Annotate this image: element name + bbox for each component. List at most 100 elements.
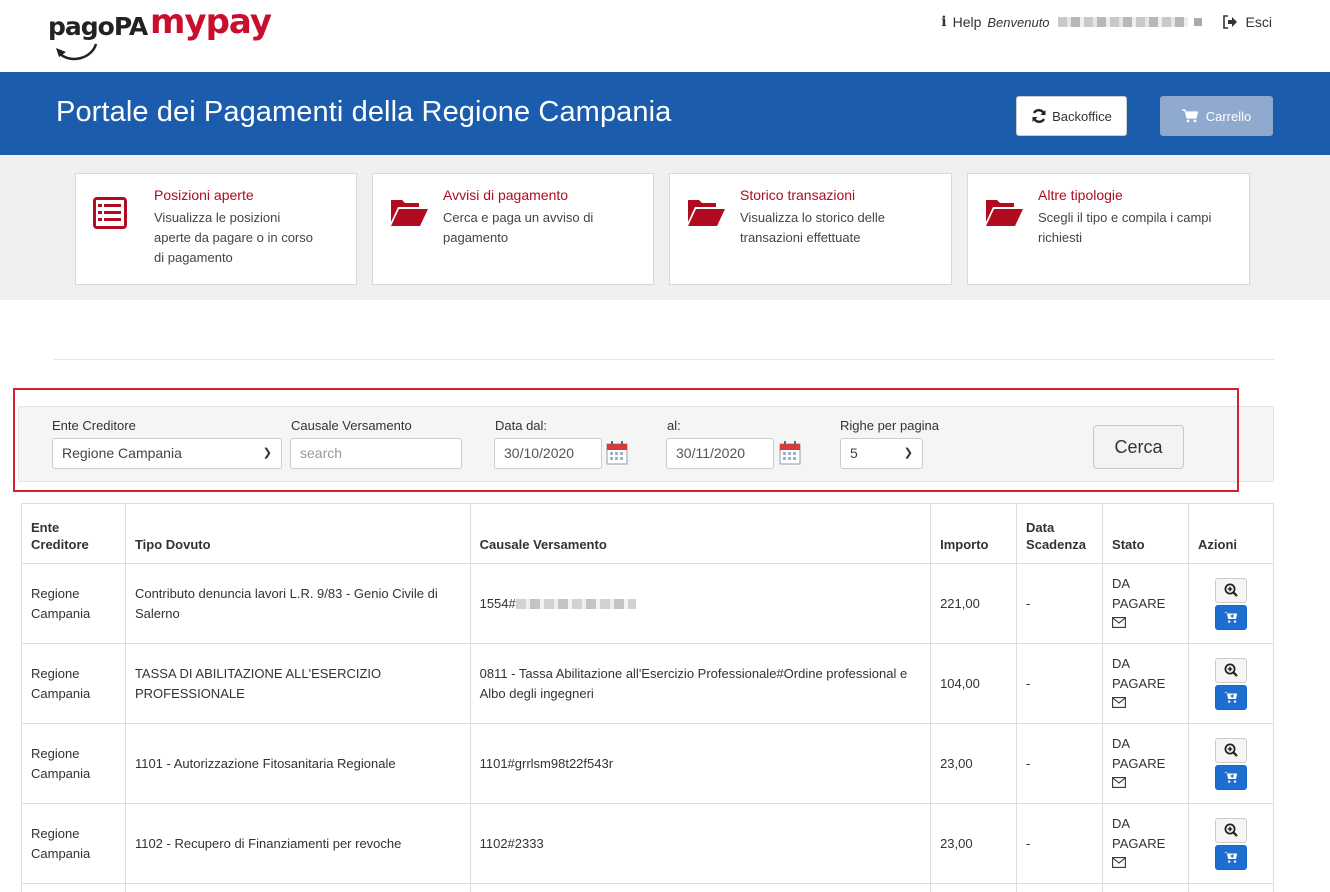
col-header-ente[interactable]: Ente Creditore xyxy=(21,503,126,564)
chevron-down-icon: ❯ xyxy=(903,447,913,459)
zoom-in-button[interactable] xyxy=(1215,737,1247,763)
table-header-row: Ente Creditore Tipo Dovuto Causale Versam… xyxy=(21,503,1274,564)
tile-description: Scegli il tipo e compila i campi richies… xyxy=(1038,210,1212,245)
refresh-icon xyxy=(1032,109,1046,123)
data-al-label: al: xyxy=(667,418,681,433)
col-header-scadenza[interactable]: Data Scadenza xyxy=(1016,503,1104,564)
ente-creditore-select[interactable]: Regione Campania ❯ xyxy=(52,438,282,469)
data-dal-label: Data dal: xyxy=(495,418,548,433)
cell-stato: DA PAGARE xyxy=(1102,643,1189,724)
envelope-icon[interactable] xyxy=(1112,616,1126,628)
cart-plus-icon xyxy=(1224,772,1238,783)
mypay-logo: mypay xyxy=(150,2,272,42)
tile-avvisi-di-pagamento[interactable]: Avvisi di pagamento Cerca e paga un avvi… xyxy=(372,173,654,285)
table-row: Regione Campania 1101 - Autorizzazione Fi… xyxy=(21,723,1274,804)
causale-search-input[interactable]: search xyxy=(290,438,462,469)
cart-icon xyxy=(1181,109,1198,123)
cell-scadenza: - xyxy=(1016,723,1104,804)
tile-title: Posizioni aperte xyxy=(154,187,254,203)
table-row: Regione Campania TASSA DI ABILITAZIONE AL… xyxy=(21,643,1274,724)
zoom-in-button[interactable] xyxy=(1215,817,1247,843)
cell-causale: 1102#2333 xyxy=(469,803,932,884)
cell-tipo: TASSA DI ABILITAZIONE ALL'ESERCIZIO PROF… xyxy=(124,643,471,724)
col-header-tipo[interactable]: Tipo Dovuto xyxy=(124,503,471,564)
envelope-icon[interactable] xyxy=(1112,776,1126,788)
cell-azioni xyxy=(1188,803,1274,884)
add-to-cart-button[interactable] xyxy=(1215,844,1247,870)
zoom-in-button[interactable] xyxy=(1215,657,1247,683)
cell-importo: 23,00 xyxy=(930,803,1018,884)
calendar-icon[interactable] xyxy=(779,441,801,465)
cell-ente: Regione Campania xyxy=(21,723,126,804)
help-link[interactable]: Help xyxy=(953,14,982,30)
tile-storico-transazioni[interactable]: Storico transazioni Visualizza lo storic… xyxy=(669,173,952,285)
cell-ente: Regione Campania xyxy=(21,803,126,884)
portal-header: Portale dei Pagamenti della Regione Camp… xyxy=(0,72,1330,155)
cell-importo: 23,00 xyxy=(930,723,1018,804)
righe-per-pagina-select[interactable]: 5 ❯ xyxy=(840,438,923,469)
backoffice-button[interactable]: Backoffice xyxy=(1016,96,1127,136)
col-header-causale[interactable]: Causale Versamento xyxy=(469,503,932,564)
folder-open-icon xyxy=(391,200,428,226)
cell-tipo: 1102 - Recupero di Finanziamenti per rev… xyxy=(124,803,471,884)
pagopa-logo-arrow-icon xyxy=(56,43,98,61)
tile-description: Visualizza le posizioni aperte da pagare… xyxy=(154,210,313,265)
causale-versamento-label: Causale Versamento xyxy=(291,418,412,433)
user-badge-icon xyxy=(1193,18,1202,26)
cell-azioni xyxy=(1188,643,1274,724)
col-header-stato[interactable]: Stato xyxy=(1102,503,1189,564)
cell-azioni xyxy=(1188,723,1274,804)
logout-link[interactable]: Esci xyxy=(1246,14,1272,30)
righe-per-pagina-label: Righe per pagina xyxy=(840,418,940,433)
cell-importo: 104,00 xyxy=(930,643,1018,724)
tile-altre-tipologie[interactable]: Altre tipologie Scegli il tipo e compila… xyxy=(967,173,1250,285)
tile-title: Avvisi di pagamento xyxy=(443,187,569,203)
zoom-in-icon xyxy=(1224,743,1238,757)
causale-redacted xyxy=(515,599,636,610)
cell-stato: DA PAGARE xyxy=(1102,563,1189,644)
envelope-icon[interactable] xyxy=(1112,696,1126,708)
data-dal-input[interactable]: 30/10/2020 xyxy=(494,438,602,469)
welcome-label: Benvenuto xyxy=(987,14,1050,30)
cerca-button[interactable]: Cerca xyxy=(1093,425,1184,469)
info-icon[interactable]: i xyxy=(941,14,946,30)
folder-open-icon xyxy=(688,200,725,226)
ente-creditore-value: Regione Campania xyxy=(62,445,182,461)
tile-posizioni-aperte[interactable]: Posizioni aperte Visualizza le posizioni… xyxy=(75,173,357,285)
pagopa-logo: pagoPA xyxy=(48,12,148,41)
page-title: Portale dei Pagamenti della Regione Camp… xyxy=(56,96,672,128)
backoffice-label: Backoffice xyxy=(1052,108,1112,124)
tile-title: Altre tipologie xyxy=(1038,187,1123,203)
cell-causale: 0811 - Tassa Abilitazione all'Esercizio … xyxy=(469,643,932,724)
cell-stato: DA PAGARE xyxy=(1102,803,1189,884)
table-row: Regione Campania 1102 - Recupero di Finan… xyxy=(21,803,1274,884)
top-bar: pagoPA mypay i Help Benvenuto Esci xyxy=(0,0,1330,72)
cell-stato: DA PAGARE xyxy=(1102,723,1189,804)
cart-label: Carrello xyxy=(1205,108,1252,124)
zoom-in-button[interactable] xyxy=(1215,577,1247,603)
cell-tipo: Contributo denuncia lavori L.R. 9/83 - G… xyxy=(124,563,471,644)
data-al-input[interactable]: 30/11/2020 xyxy=(666,438,774,469)
cart-plus-icon xyxy=(1224,852,1238,863)
zoom-in-icon xyxy=(1224,583,1238,597)
calendar-icon[interactable] xyxy=(606,441,628,465)
tiles-band: Posizioni aperte Visualizza le posizioni… xyxy=(0,155,1330,300)
envelope-icon[interactable] xyxy=(1112,856,1126,868)
cart-plus-icon xyxy=(1224,612,1238,623)
tile-description: Cerca e paga un avviso di pagamento xyxy=(443,210,594,245)
cart-button[interactable]: Carrello xyxy=(1160,96,1273,136)
table-row: Regione Campania Contributo denuncia lavo… xyxy=(21,563,1274,644)
tile-description: Visualizza lo storico delle transazioni … xyxy=(740,210,885,245)
righe-per-pagina-value: 5 xyxy=(850,445,858,461)
add-to-cart-button[interactable] xyxy=(1215,604,1247,630)
folder-open-icon xyxy=(986,200,1023,226)
cell-scadenza: - xyxy=(1016,563,1104,644)
cell-scadenza: - xyxy=(1016,643,1104,724)
col-header-importo[interactable]: Importo xyxy=(930,503,1018,564)
add-to-cart-button[interactable] xyxy=(1215,764,1247,790)
logout-icon[interactable] xyxy=(1222,15,1238,29)
cell-scadenza: - xyxy=(1016,803,1104,884)
add-to-cart-button[interactable] xyxy=(1215,684,1247,710)
results-table: Ente Creditore Tipo Dovuto Causale Versam… xyxy=(21,503,1274,892)
zoom-in-icon xyxy=(1224,823,1238,837)
